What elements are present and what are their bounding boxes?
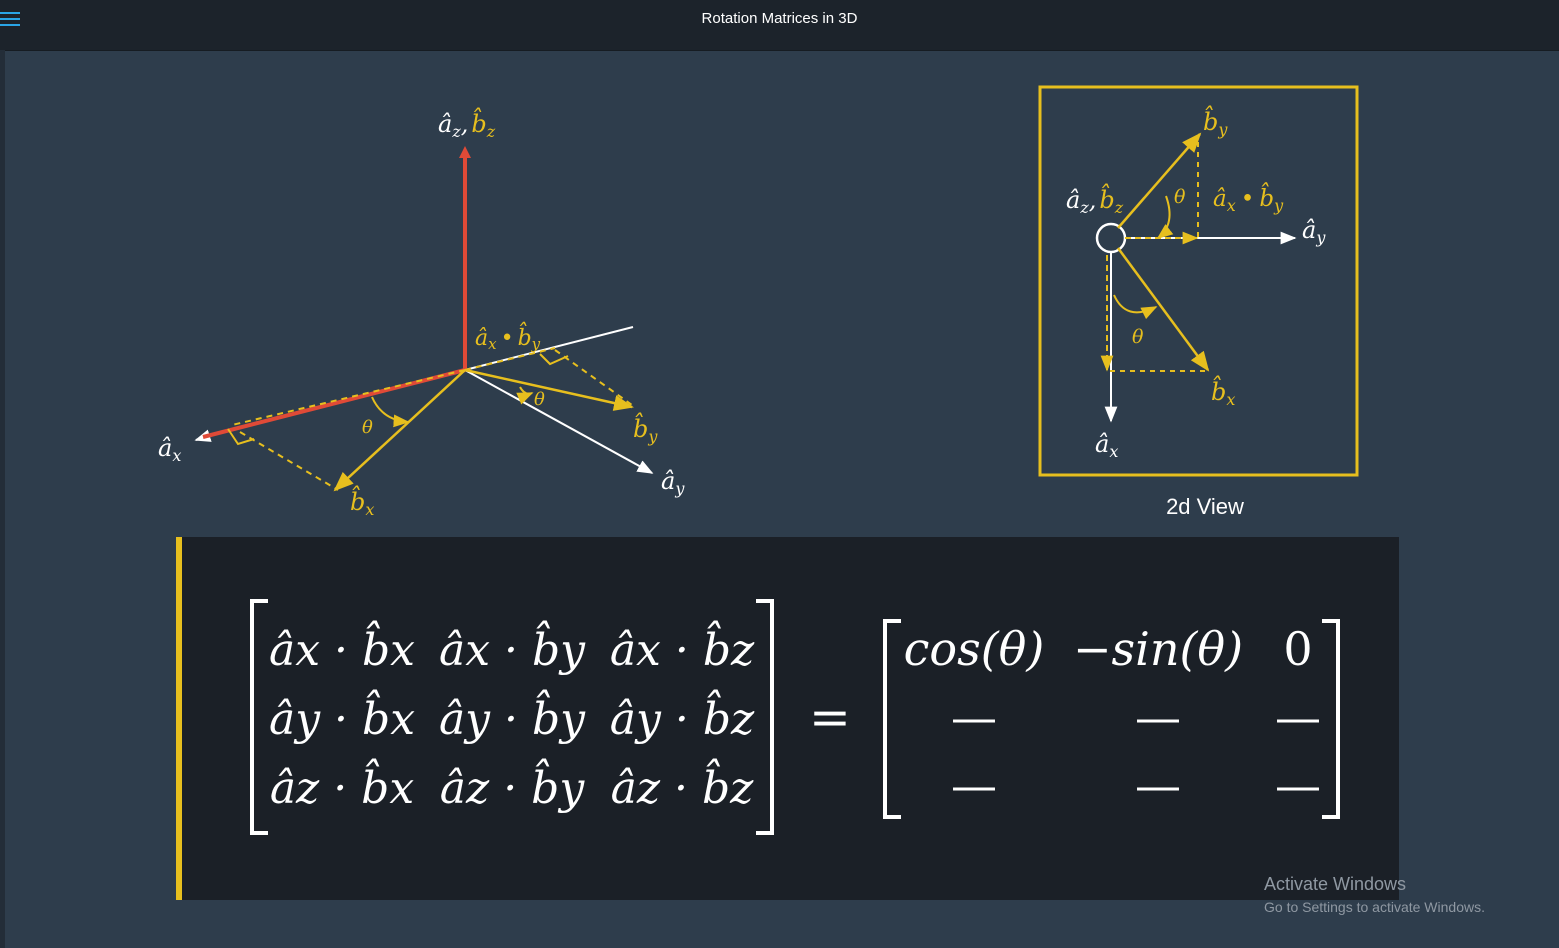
lhs-cell-1-2: âx · b̂y (439, 618, 586, 676)
by-vector-2d (1117, 132, 1202, 229)
label-bx: b̂x (350, 485, 374, 519)
by-vector (464, 368, 634, 411)
label-theta-2d-1: θ (1174, 186, 1186, 208)
az-arrowhead (459, 146, 471, 158)
label-by-2d: b̂y (1203, 105, 1228, 139)
lhs-cell-3-1: âz · b̂x (270, 756, 415, 814)
watermark-subtitle: Go to Settings to activate Windows. (1264, 899, 1485, 915)
rotation-matrix-equation: âx · b̂x âx · b̂y âx · b̂z ây · b̂x ây ·… (250, 599, 1340, 835)
rhs-left-bracket (883, 619, 901, 819)
label-ay-2d: ây (1302, 216, 1326, 247)
label-theta-1: θ (362, 417, 373, 438)
theta-arc-2 (516, 386, 534, 405)
lhs-cell-2-3: ây · b̂z (610, 687, 755, 745)
theta-arc-1 (371, 396, 410, 428)
equals-sign: = (809, 688, 851, 746)
projection-dashed-2 (239, 431, 339, 491)
diagram-3d: âz, b̂z âx ây b̂x b̂y âx • b̂y θ θ (158, 107, 685, 519)
label-dot-product-2d: âx • b̂y (1213, 183, 1284, 215)
label-ay: ây (661, 467, 685, 498)
lhs-cell-3-2: âz · b̂y (440, 756, 586, 814)
rhs-right-bracket (1322, 619, 1340, 819)
lhs-cell-1-3: âx · b̂z (610, 618, 755, 676)
projection-dashed-4 (554, 349, 633, 406)
lhs-cell-3-3: âz · b̂z (611, 756, 755, 814)
lhs-cell-2-1: ây · b̂x (269, 687, 415, 745)
lhs-cell-2-2: ây · b̂y (439, 687, 586, 745)
label-bx-2d: b̂x (1211, 375, 1235, 409)
label-az-bz-2d: âz, b̂z (1066, 183, 1124, 217)
watermark-title: Activate Windows (1264, 874, 1407, 894)
rhs-cell-1-1: cos(θ) (904, 622, 1045, 676)
theta-arc-2d-2 (1113, 294, 1158, 320)
rhs-cell-3-3: — (1275, 758, 1321, 812)
label-theta-2d-2: θ (1132, 326, 1144, 348)
lhs-right-bracket (756, 599, 774, 835)
rhs-cell-1-2: −sin(θ) (1073, 622, 1243, 676)
right-angle-mark-2 (539, 353, 569, 366)
ax-axis (202, 368, 466, 439)
equation-panel: âx · b̂x âx · b̂y âx · b̂z ây · b̂x ây ·… (176, 537, 1399, 900)
ay-axis (464, 369, 654, 474)
label-by: b̂y (633, 412, 658, 446)
activate-windows-watermark: Activate Windows Go to Settings to activ… (1264, 874, 1485, 915)
rhs-cell-2-1: — (951, 690, 997, 744)
label-az-bz: âz, b̂z (438, 107, 496, 141)
lhs-cell-1-1: âx · b̂x (269, 618, 415, 676)
projection-dashed-3 (464, 347, 556, 371)
label-ax: âx (158, 434, 181, 465)
label-dot-product: âx • b̂y (475, 322, 541, 353)
bx-vector-2d (1116, 247, 1210, 372)
rhs-cell-3-1: — (951, 758, 997, 812)
diagram-2d-view: âz, b̂z b̂y âx • b̂y ây b̂x âx θ θ (1038, 85, 1359, 477)
rhs-cell-2-2: — (1135, 690, 1181, 744)
view-2d-caption: 2d View (1166, 494, 1244, 519)
lhs-left-bracket (250, 599, 268, 835)
label-theta-2: θ (534, 389, 545, 410)
rhs-cell-1-3: 0 (1283, 622, 1312, 676)
label-ax-2d: âx (1095, 430, 1118, 461)
rotation-diagrams: âz, b̂z âx ây b̂x b̂y âx • b̂y θ θ âz, b… (158, 85, 1359, 519)
theta-arc-2d-1 (1156, 195, 1174, 239)
projection-dashed-1 (231, 369, 466, 426)
rhs-cell-3-2: — (1135, 758, 1181, 812)
az-out-of-page-circle (1095, 222, 1127, 254)
rhs-cell-2-3: — (1275, 690, 1321, 744)
